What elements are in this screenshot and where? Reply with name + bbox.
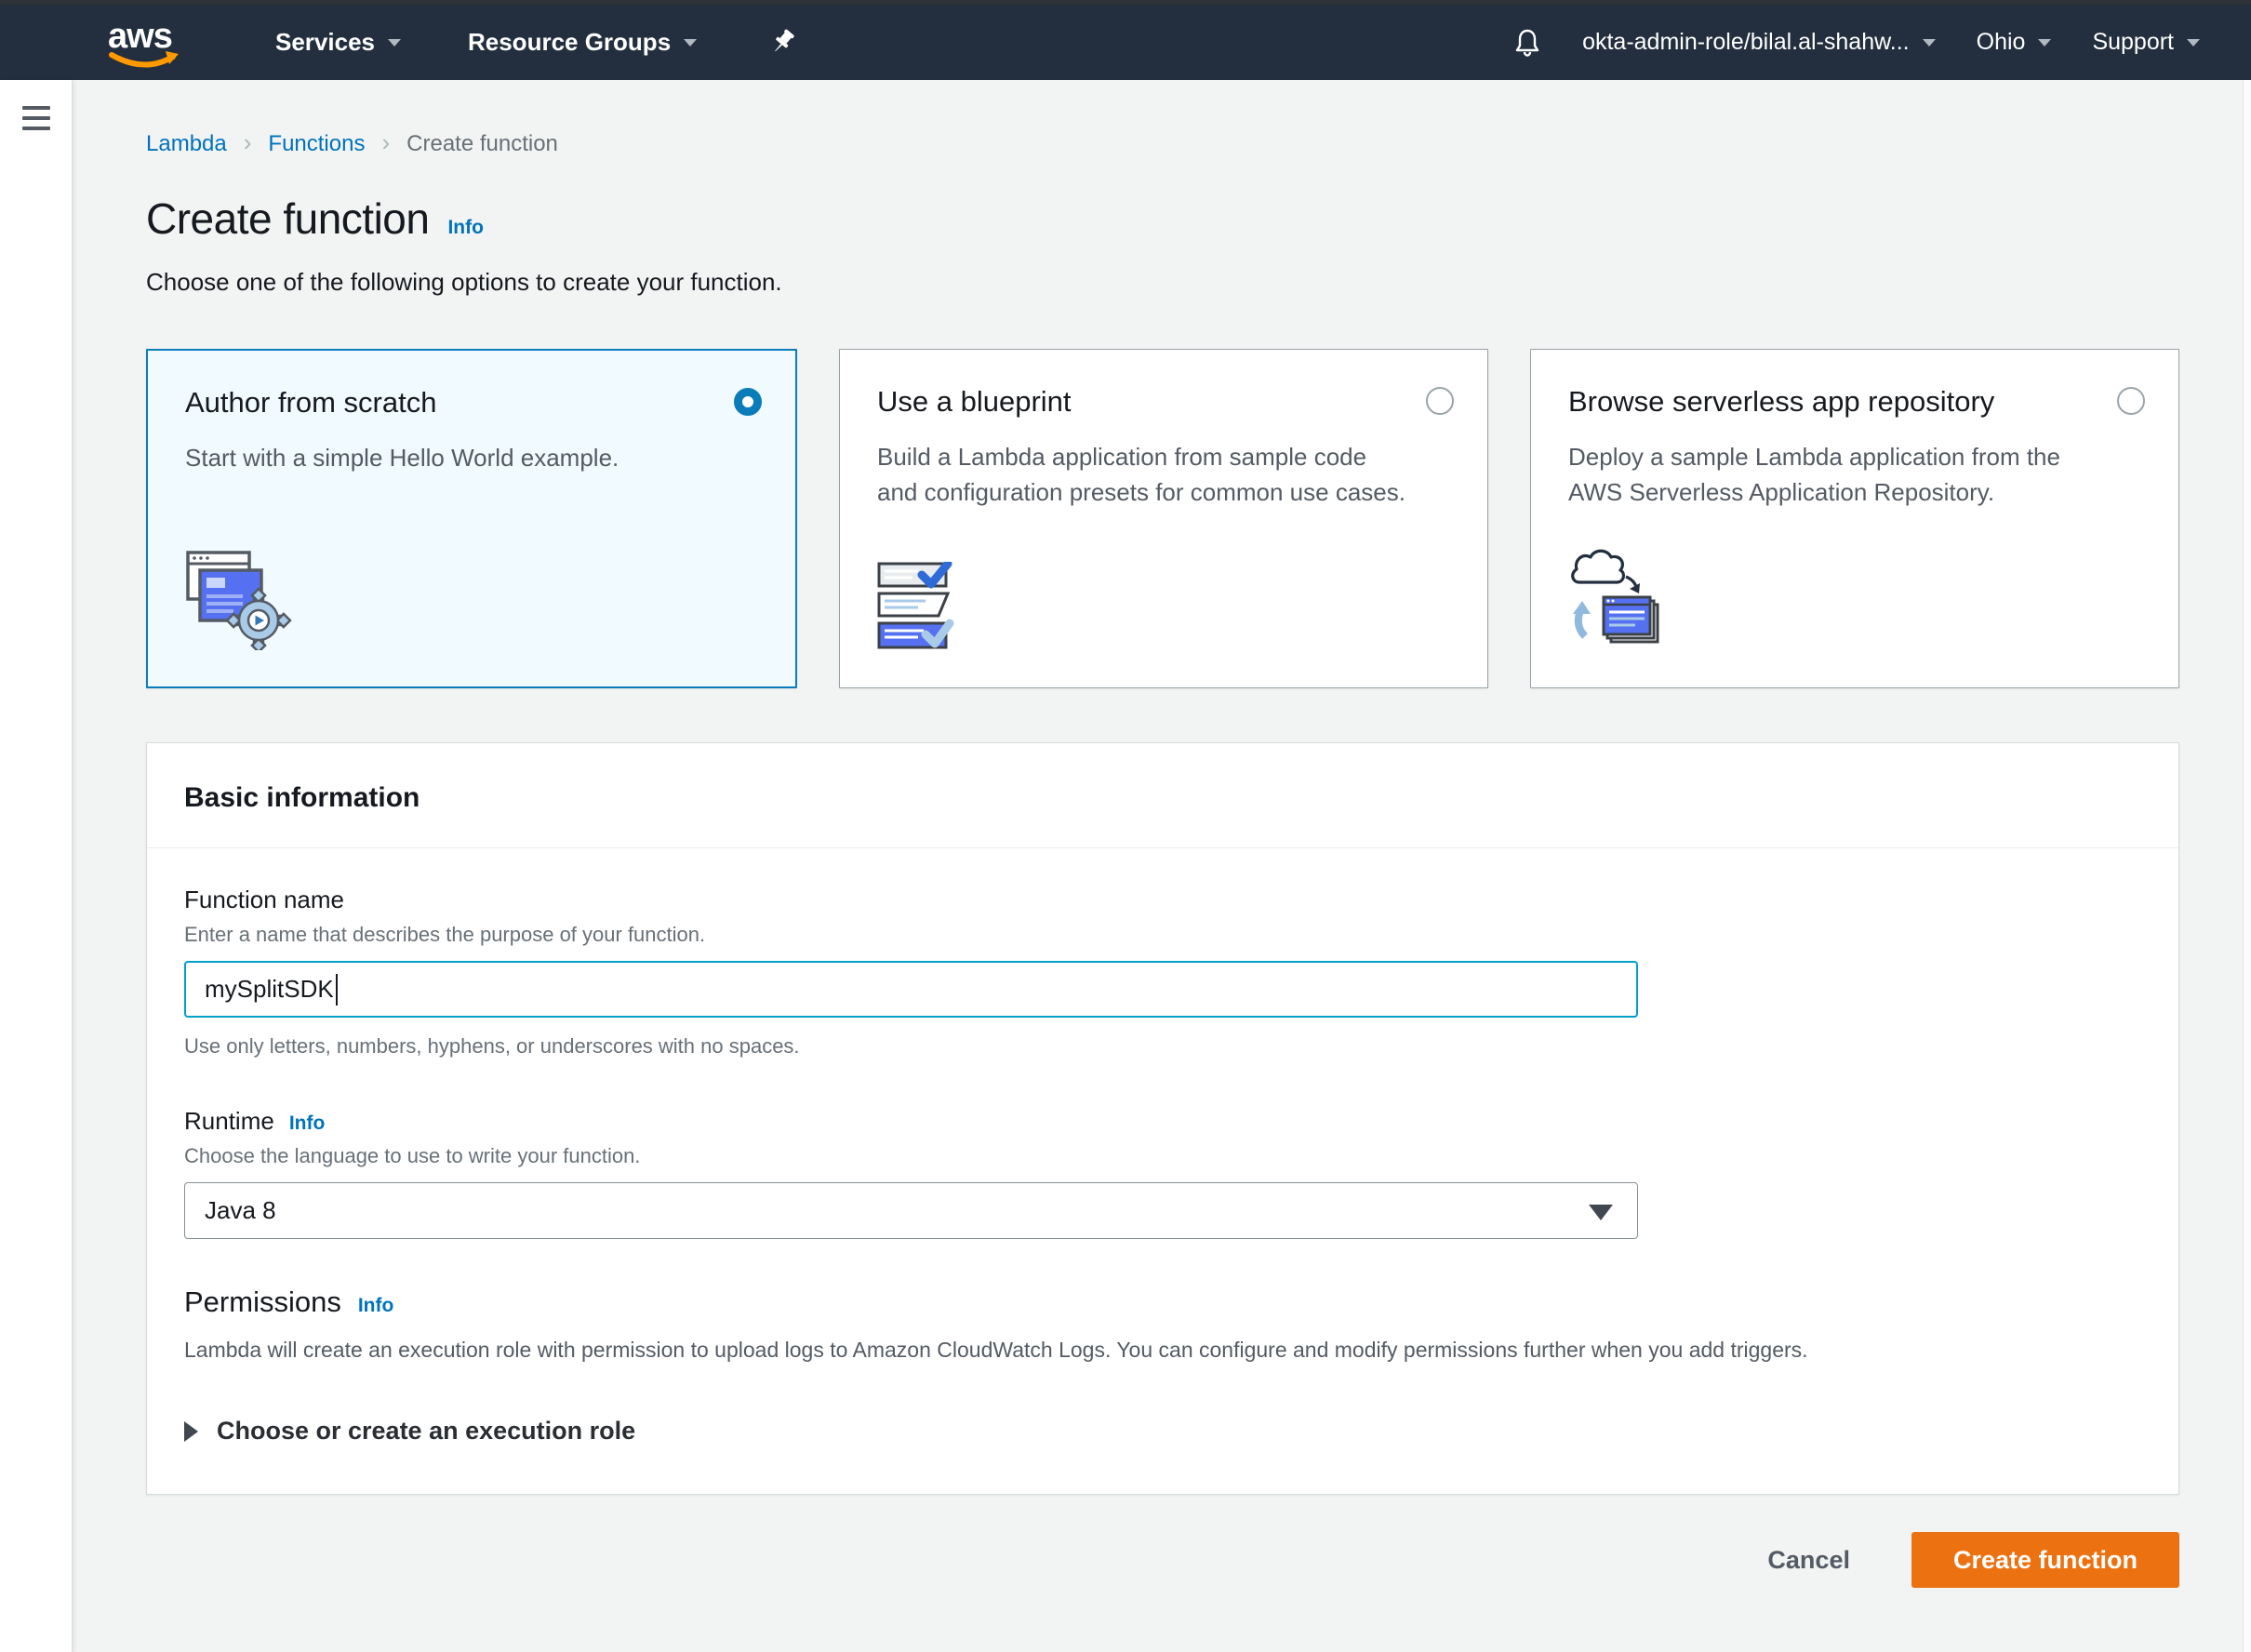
permissions-info-link[interactable]: Info: [358, 1295, 393, 1317]
breadcrumb-functions[interactable]: Functions: [268, 131, 365, 157]
top-navbar: aws Services Resource Groups: [0, 5, 2251, 80]
nav-services-label: Services: [275, 28, 375, 57]
chevron-down-icon: [2187, 39, 2200, 47]
nav-support-label: Support: [2092, 29, 2174, 56]
execution-role-expander[interactable]: Choose or create an execution role: [184, 1417, 2141, 1446]
pushpin-icon[interactable]: [769, 28, 797, 58]
runtime-info-link[interactable]: Info: [289, 1112, 325, 1135]
nav-region-menu[interactable]: Ohio: [1977, 29, 2052, 56]
runtime-help: Choose the language to use to write your…: [184, 1144, 2141, 1168]
card-description: Build a Lambda application from sample c…: [877, 439, 1450, 510]
basic-information-panel: Basic information Function name Enter a …: [146, 742, 2179, 1495]
vertical-scrollbar[interactable]: [2243, 80, 2251, 1652]
dropdown-arrow-icon: [1589, 1205, 1613, 1220]
bell-icon[interactable]: [1513, 28, 1541, 58]
panel-header: Basic information: [147, 743, 2178, 848]
chevron-down-icon: [388, 39, 401, 47]
card-title: Author from scratch: [185, 386, 758, 420]
function-name-label: Function name: [184, 886, 344, 914]
chevron-down-icon: [684, 39, 697, 47]
card-description: Start with a simple Hello World example.: [185, 440, 758, 475]
hamburger-menu-icon[interactable]: [22, 106, 50, 137]
nav-region-label: Ohio: [1977, 29, 2026, 56]
code-window-gear-icon: [185, 550, 295, 655]
cancel-button[interactable]: Cancel: [1767, 1546, 1850, 1575]
creation-option-cards: Author from scratch Start with a simple …: [146, 349, 2179, 688]
aws-logo-icon[interactable]: aws: [104, 16, 184, 73]
chevron-separator-icon: ›: [381, 128, 390, 157]
function-name-input[interactable]: mySplitSDK: [184, 961, 1638, 1018]
function-name-constraint: Use only letters, numbers, hyphens, or u…: [184, 1034, 2141, 1059]
page-title: Create function: [146, 193, 429, 244]
nav-resource-groups-menu[interactable]: Resource Groups: [468, 28, 697, 57]
nav-account-label: okta-admin-role/bilal.al-shahw...: [1582, 29, 1910, 56]
card-title: Use a blueprint: [877, 385, 1450, 419]
left-rail: [0, 80, 73, 1652]
nav-account-menu[interactable]: okta-admin-role/bilal.al-shahw...: [1582, 29, 1936, 56]
card-browse-serverless-app-repository[interactable]: Browse serverless app repository Deploy …: [1530, 349, 2179, 688]
runtime-select[interactable]: Java 8: [184, 1182, 1638, 1239]
chevron-down-icon: [2038, 39, 2051, 47]
breadcrumb-current: Create function: [406, 131, 558, 157]
expander-triangle-icon: [184, 1421, 198, 1442]
page-subtitle: Choose one of the following options to c…: [146, 268, 2179, 297]
execution-role-expander-label: Choose or create an execution role: [217, 1417, 635, 1446]
radio-browse-serverless-app-repository[interactable]: [2117, 387, 2145, 415]
card-author-from-scratch[interactable]: Author from scratch Start with a simple …: [146, 349, 797, 688]
function-name-help: Enter a name that describes the purpose …: [184, 923, 2141, 947]
permissions-label: Permissions: [184, 1286, 341, 1319]
nav-services-menu[interactable]: Services: [275, 28, 401, 57]
main-content: Lambda › Functions › Create function Cre…: [73, 80, 2251, 1652]
card-use-a-blueprint[interactable]: Use a blueprint Build a Lambda applicati…: [839, 349, 1488, 688]
card-title: Browse serverless app repository: [1568, 385, 2141, 419]
function-name-value: mySplitSDK: [205, 975, 334, 1004]
cloud-deploy-icon: [1568, 547, 1689, 656]
nav-support-menu[interactable]: Support: [2092, 29, 2200, 56]
radio-author-from-scratch[interactable]: [734, 388, 762, 416]
radio-use-a-blueprint[interactable]: [1426, 387, 1454, 415]
breadcrumb-lambda[interactable]: Lambda: [146, 131, 227, 157]
chevron-down-icon: [1923, 39, 1936, 47]
chevron-separator-icon: ›: [244, 128, 252, 157]
runtime-selected-value: Java 8: [205, 1196, 276, 1225]
nav-resource-groups-label: Resource Groups: [468, 28, 671, 57]
blueprint-checklist-icon: [877, 562, 989, 656]
card-description: Deploy a sample Lambda application from …: [1568, 439, 2141, 510]
breadcrumb: Lambda › Functions › Create function: [146, 129, 2179, 158]
title-info-link[interactable]: Info: [447, 217, 483, 239]
runtime-label: Runtime: [184, 1107, 274, 1136]
create-function-button[interactable]: Create function: [1911, 1532, 2179, 1588]
permissions-description: Lambda will create an execution role wit…: [184, 1338, 2141, 1363]
svg-text:aws: aws: [108, 17, 172, 56]
text-cursor: [336, 974, 338, 1006]
